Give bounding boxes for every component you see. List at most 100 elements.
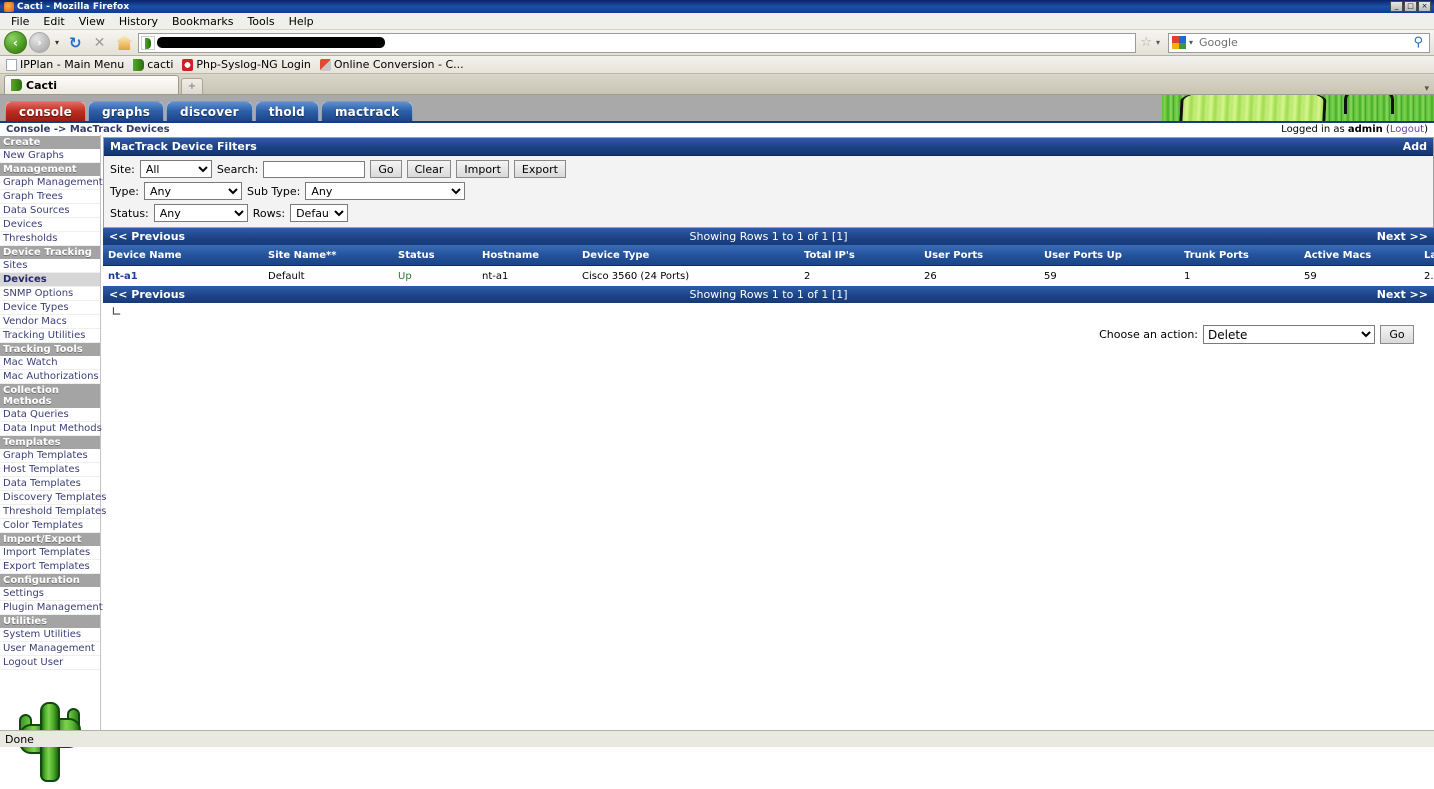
menu-edit[interactable]: Edit (36, 14, 71, 29)
bookmark-online-conversion[interactable]: Online Conversion - C... (319, 58, 464, 71)
sidebar-item-graph-trees[interactable]: Graph Trees (0, 190, 100, 204)
menu-file[interactable]: File (4, 14, 36, 29)
import-button[interactable]: Import (456, 160, 509, 178)
sidebar-item-sites[interactable]: Sites (0, 259, 100, 273)
google-icon[interactable] (1172, 36, 1186, 49)
sidebar-item-data-queries[interactable]: Data Queries (0, 408, 100, 422)
search-icon[interactable]: ⚲ (1413, 35, 1426, 50)
stop-icon[interactable]: ✕ (89, 35, 111, 51)
rows-select[interactable]: Default (290, 204, 349, 222)
cell-device-type: Cisco 3560 (24 Ports) (577, 265, 799, 286)
nav-tab-thold[interactable]: thold (254, 101, 319, 121)
column-site-name[interactable]: Site Name** (263, 245, 393, 266)
sidebar-item-plugin-management[interactable]: Plugin Management (0, 601, 103, 615)
breadcrumb-bar: Console -> MacTrack Devices Logged in as… (0, 121, 1434, 135)
type-select[interactable]: Any (143, 182, 242, 200)
sidebar-item-export-templates[interactable]: Export Templates (0, 560, 100, 574)
tab-cacti[interactable]: Cacti (4, 75, 179, 94)
back-icon[interactable]: ‹ (4, 31, 27, 54)
sidebar-item-tracking-devices[interactable]: Devices (0, 273, 100, 287)
column-hostname[interactable]: Hostname (477, 245, 577, 266)
history-dropdown-icon[interactable]: ▾ (52, 38, 62, 47)
close-button[interactable]: × (1418, 1, 1431, 12)
add-device-link[interactable]: Add (1403, 140, 1427, 153)
go-button[interactable]: Go (370, 160, 402, 178)
sidebar-item-vendor-macs[interactable]: Vendor Macs (0, 315, 100, 329)
action-go-button[interactable]: Go (1380, 325, 1414, 344)
chevron-down-icon[interactable]: ▾ (1156, 38, 1163, 47)
menu-bookmarks[interactable]: Bookmarks (165, 14, 240, 29)
sidebar-item-logout-user[interactable]: Logout User (0, 656, 100, 670)
sidebar-item-tracking-utilities[interactable]: Tracking Utilities (0, 329, 100, 343)
sidebar-item-mac-watch[interactable]: Mac Watch (0, 356, 100, 370)
bookmark-cacti[interactable]: cacti (133, 58, 173, 71)
bookmark-ipplan[interactable]: IPPlan - Main Menu (6, 58, 124, 71)
nav-tab-discover[interactable]: discover (166, 101, 253, 121)
nav-tab-console[interactable]: console (5, 101, 86, 121)
column-last-duration[interactable]: Last Duration (1419, 245, 1434, 266)
bookmark-star-icon[interactable]: ☆ (1138, 35, 1154, 50)
maximize-button[interactable]: □ (1404, 1, 1417, 12)
column-trunk-ports[interactable]: Trunk Ports (1179, 245, 1299, 266)
nav-tab-mactrack[interactable]: mactrack (320, 101, 414, 121)
sidebar-item-data-input-methods[interactable]: Data Input Methods (0, 422, 102, 436)
sidebar-item-new-graphs[interactable]: New Graphs (0, 149, 100, 163)
sidebar-item-system-utilities[interactable]: System Utilities (0, 628, 100, 642)
sidebar-item-user-management[interactable]: User Management (0, 642, 100, 656)
address-bar[interactable] (138, 32, 1137, 53)
site-label: Site: (110, 162, 135, 176)
column-total-ips[interactable]: Total IP's (799, 245, 919, 266)
forward-icon[interactable]: › (29, 32, 50, 53)
next-link-top[interactable]: Next >> (1377, 230, 1428, 243)
status-select[interactable]: Any (153, 204, 248, 222)
sidebar-item-data-sources[interactable]: Data Sources (0, 204, 100, 218)
subtype-select[interactable]: Any (305, 182, 466, 200)
document-icon (6, 58, 17, 71)
search-engine-chevron-icon[interactable]: ▾ (1189, 38, 1196, 47)
sidebar-item-thresholds[interactable]: Thresholds (0, 232, 100, 246)
column-active-macs[interactable]: Active Macs (1299, 245, 1419, 266)
action-select[interactable]: Delete (1203, 325, 1375, 344)
column-user-ports-up[interactable]: User Ports Up (1039, 245, 1179, 266)
list-all-tabs-icon[interactable]: ▾ (1424, 84, 1434, 94)
clear-button[interactable]: Clear (406, 160, 452, 178)
column-status[interactable]: Status (393, 245, 477, 266)
previous-link-top[interactable]: << Previous (109, 230, 185, 243)
cell-device-name[interactable]: nt-a1 (103, 265, 263, 286)
menu-view[interactable]: View (72, 14, 112, 29)
sidebar-item-devices[interactable]: Devices (0, 218, 100, 232)
sidebar-item-mac-authorizations[interactable]: Mac Authorizations (0, 370, 100, 384)
search-bar[interactable]: ▾ Google ⚲ (1168, 32, 1430, 53)
site-select[interactable]: All (139, 160, 212, 178)
new-tab-button[interactable]: + (181, 78, 203, 94)
menu-help[interactable]: Help (282, 14, 321, 29)
sidebar-item-snmp-options[interactable]: SNMP Options (0, 287, 100, 301)
export-button[interactable]: Export (513, 160, 566, 178)
bookmark-php-syslog-ng[interactable]: Php-Syslog-NG Login (182, 58, 311, 71)
search-input[interactable]: Google (1199, 36, 1410, 49)
search-input[interactable] (263, 160, 366, 178)
menu-tools[interactable]: Tools (240, 14, 281, 29)
reload-icon[interactable]: ↻ (64, 34, 87, 52)
sidebar-item-discovery-templates[interactable]: Discovery Templates (0, 491, 106, 505)
column-user-ports[interactable]: User Ports (919, 245, 1039, 266)
minimize-button[interactable]: _ (1390, 1, 1403, 12)
previous-link-bottom[interactable]: << Previous (109, 288, 185, 301)
column-device-type[interactable]: Device Type (577, 245, 799, 266)
sidebar-item-settings[interactable]: Settings (0, 587, 100, 601)
sidebar-item-threshold-templates[interactable]: Threshold Templates (0, 505, 106, 519)
sidebar-item-data-templates[interactable]: Data Templates (0, 477, 100, 491)
sidebar-item-host-templates[interactable]: Host Templates (0, 463, 100, 477)
sidebar-item-color-templates[interactable]: Color Templates (0, 519, 100, 533)
next-link-bottom[interactable]: Next >> (1377, 288, 1428, 301)
sidebar-item-device-types[interactable]: Device Types (0, 301, 100, 315)
column-device-name[interactable]: Device Name (103, 245, 263, 266)
sidebar-item-graph-templates[interactable]: Graph Templates (0, 449, 100, 463)
nav-tab-graphs[interactable]: graphs (87, 101, 165, 121)
menu-history[interactable]: History (112, 14, 165, 29)
logout-link[interactable]: Logout (1390, 124, 1424, 135)
home-icon[interactable] (116, 35, 133, 50)
sidebar-item-graph-management[interactable]: Graph Management (0, 176, 103, 190)
sidebar-item-import-templates[interactable]: Import Templates (0, 546, 100, 560)
table-row[interactable]: nt-a1 Default Up nt-a1 Cisco 3560 (24 Po… (103, 265, 1434, 286)
